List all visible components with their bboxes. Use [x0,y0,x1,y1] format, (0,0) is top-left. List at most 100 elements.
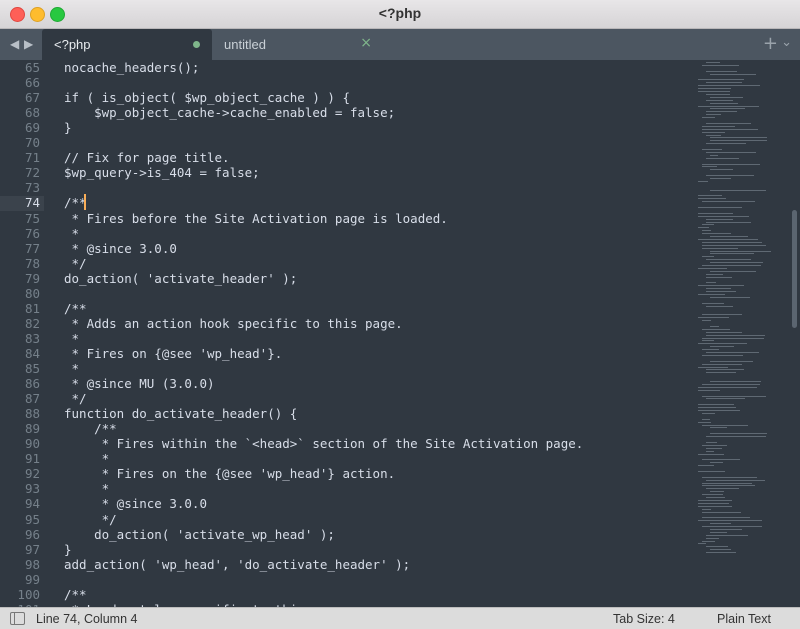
code-line[interactable]: * [64,361,80,376]
code-line[interactable]: do_action( 'activate_wp_head' ); [64,527,335,542]
tab-label: <?php [54,37,91,52]
code-line[interactable]: /** [64,301,87,316]
minimap-line [702,459,740,461]
code-line[interactable]: function do_activate_header() { [64,406,297,421]
status-bar: Line 74, Column 4 Tab Size: 4 Plain Text [0,607,800,629]
code-line[interactable]: * [64,226,80,241]
vertical-scrollbar[interactable] [792,210,797,328]
code-line[interactable]: add_action( 'wp_head', 'do_activate_head… [64,557,410,572]
line-number: 94 [24,496,40,512]
code-line[interactable]: * @since 3.0.0 [64,496,207,511]
code-line[interactable]: $wp_object_cache->cache_enabled = false; [64,105,395,120]
code-line[interactable]: * Fires within the `<head>` section of t… [64,436,584,451]
minimap-line [702,233,731,235]
chevron-down-icon[interactable]: ⌄ [781,35,792,50]
forward-arrow-icon[interactable]: ▶ [24,37,33,51]
code-line[interactable]: */ [64,512,117,527]
minimap-line [702,256,714,258]
plus-icon[interactable]: + [763,33,778,54]
minimap-line [706,537,719,539]
minimap-line [706,111,737,113]
minimap-line [710,531,727,533]
code-editor[interactable]: 65 66 67 68 69 70 71 72 73 74 75 76 77 78 79 80 81 82 83 84… [0,60,800,607]
tab-size-selector[interactable]: Tab Size: 4 [613,612,675,626]
minimap-line [706,352,759,353]
minimap-line [698,410,740,411]
minimap-line [702,328,730,330]
minimap-line [698,267,727,269]
code-line[interactable]: if ( is_object( $wp_object_cache ) ) { [64,90,350,105]
minimap-line [706,334,765,336]
minimap-line [702,314,742,316]
code-line[interactable]: do_action( 'activate_header' ); [64,271,297,286]
panel-toggle-icon[interactable] [10,612,25,625]
code-line[interactable]: * Fires on the {@see 'wp_head'} action. [64,466,396,481]
minimap-line [698,88,731,90]
line-number: 97 [24,541,40,557]
line-number: 75 [24,210,40,226]
minimap-line [710,549,731,551]
line-number: 95 [24,511,40,527]
minimap-line [710,154,718,156]
code-line[interactable]: $wp_query->is_404 = false; [64,165,260,180]
code-line[interactable]: /** [64,587,87,602]
minimap-line [702,517,750,519]
line-number: 84 [24,345,40,361]
close-icon[interactable]: × [360,35,372,51]
minimap-line [710,96,743,98]
minimap-line [706,273,723,275]
line-number: 70 [24,135,40,151]
code-line[interactable]: * Fires on {@see 'wp_head'}. [64,346,283,361]
code-line[interactable]: */ [64,256,87,271]
minimap-line [706,369,744,371]
minimap-line [702,526,762,527]
minimap-line [698,91,730,92]
code-line[interactable]: * @since MU (3.0.0) [64,376,215,391]
cursor-position[interactable]: Line 74, Column 4 [36,612,137,626]
tab-label: untitled [224,37,266,52]
minimap-line [710,528,742,530]
code-line[interactable]: * [64,481,110,496]
code-line[interactable]: * [64,451,110,466]
minimap-line [698,386,757,388]
back-arrow-icon[interactable]: ◀ [10,37,19,51]
line-number: 92 [24,466,40,482]
minimap-line [702,424,748,426]
tab-php[interactable]: <?php [42,29,212,60]
minimap-line [706,331,742,333]
code-line[interactable]: * Adds an action hook specific to this p… [64,316,403,331]
minimap-line [710,296,750,298]
line-number: 68 [24,105,40,121]
minimap-line [710,102,738,104]
minimap-line [710,140,767,142]
syntax-selector[interactable]: Plain Text [717,612,771,626]
code-line[interactable]: * @since 3.0.0 [64,241,177,256]
minimap-line [710,189,766,191]
minimap-line [706,497,725,498]
line-number: 93 [24,481,40,497]
minimap-line [702,166,717,168]
minimap-line [706,546,728,548]
code-line[interactable]: // Fix for page title. [64,150,230,165]
minimap-line [706,288,731,290]
minimap-line [710,427,727,429]
code-line[interactable]: /** [64,421,117,436]
code-line[interactable]: } [64,542,72,557]
dirty-dot-icon[interactable] [193,41,200,48]
code-line[interactable]: } [64,120,72,135]
text-caret [84,194,86,211]
line-number: 73 [24,180,40,196]
code-line[interactable]: * Fires before the Site Activation page … [64,211,448,226]
code-line[interactable]: */ [64,391,87,406]
tab-untitled[interactable]: untitled × [212,29,382,60]
minimap-line [698,285,744,287]
minimap[interactable] [698,60,788,607]
minimap-line [702,337,764,339]
code-area[interactable]: nocache_headers();if ( is_object( $wp_ob… [64,60,684,607]
code-line[interactable]: nocache_headers(); [64,60,199,75]
minimap-line [698,404,734,406]
line-number: 80 [24,285,40,301]
code-line[interactable]: * [64,331,80,346]
minimap-line [710,325,719,327]
line-number: 88 [24,406,40,422]
